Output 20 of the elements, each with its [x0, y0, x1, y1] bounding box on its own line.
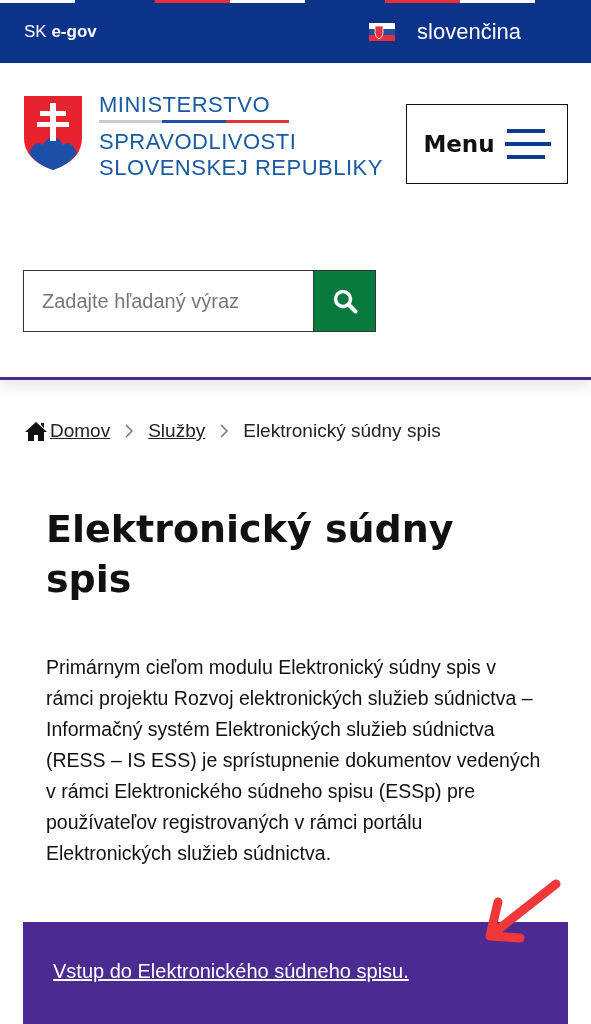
ministry-name: SPRAVODLIVOSTI SLOVENSKEJ REPUBLIKY	[99, 129, 383, 181]
language-selector[interactable]: slovenčina	[417, 18, 521, 45]
search-field[interactable]: Zadajte hľadaný výraz	[23, 270, 313, 332]
coat-of-arms-icon	[23, 95, 83, 171]
chevron-icon	[124, 423, 135, 439]
menu-button[interactable]: Menu	[406, 104, 568, 184]
home-icon	[24, 421, 48, 441]
page-title: Elektronický súdny spis	[46, 506, 455, 603]
search-button[interactable]	[313, 270, 376, 332]
breadcrumb-link[interactable]: Služby	[148, 420, 206, 442]
breadcrumb-current: Elektronický súdny spis	[243, 420, 441, 442]
flag-icon	[369, 22, 396, 41]
ministry-name: MINISTERSTVO	[99, 93, 271, 117]
search-icon	[331, 288, 358, 314]
chevron-icon	[219, 423, 230, 439]
entry-link[interactable]: Vstup do Elektronického súdneho spisu.	[53, 960, 409, 982]
menu-icon	[504, 127, 551, 161]
intro-paragraph: Primárnym cieľom modulu Elektronický súdny spis v rámci projektu Rozvoj elektronických služieb súdnictva – Informačný systém Elektronických služieb súdnictva (RESS – IS ESS) je sprístupnenie dokumentov vedených v rámci Elektronického súdneho spisu (ESSp) pre používateľov registrovaných v rámci portálu Elektronických služieb súdnictva.	[46, 655, 542, 866]
brand-label[interactable]: SK e-gov	[24, 21, 97, 42]
breadcrumb-link[interactable]: Domov	[50, 420, 111, 442]
